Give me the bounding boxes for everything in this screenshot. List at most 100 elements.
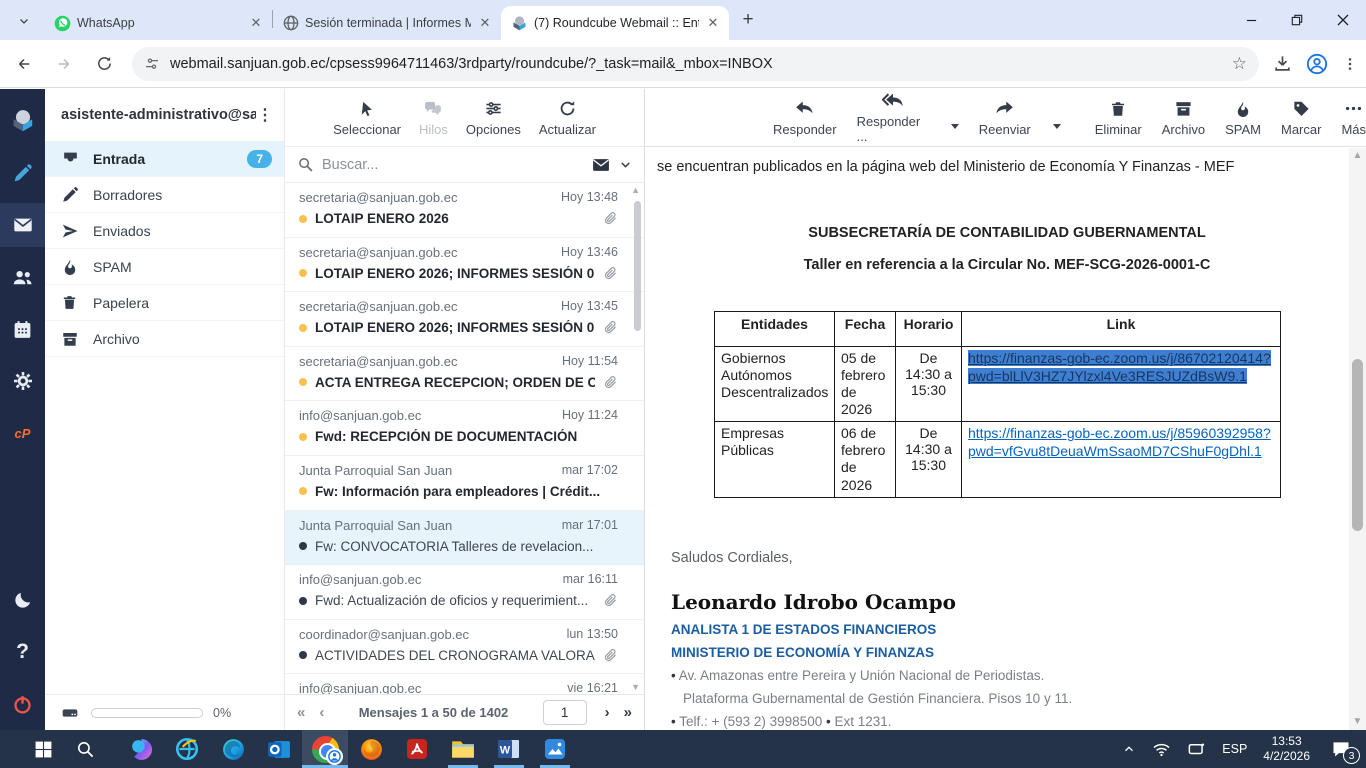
first-page-button[interactable]: «	[297, 704, 305, 721]
address-bar[interactable]: webmail.sanjuan.gob.ec/cpsess9964711463/…	[132, 47, 1259, 81]
search-input[interactable]	[322, 157, 583, 173]
dark-mode-button[interactable]	[0, 578, 45, 622]
message-list-item[interactable]: Junta Parroquial San Juan mar 17:02 Fw: …	[285, 456, 644, 511]
tab-sesion-terminada[interactable]: Sesión terminada | Informes Me ✕	[273, 6, 501, 40]
keyboard-language[interactable]: ESP	[1222, 742, 1247, 756]
window-restore-button[interactable]	[1274, 0, 1320, 40]
message-list-item[interactable]: coordinador@sanjuan.gob.ec lun 13:50 ACT…	[285, 620, 644, 675]
reply-all-caret-icon[interactable]	[951, 124, 959, 129]
acrobat-icon[interactable]	[394, 730, 440, 768]
taskbar-clock[interactable]: 13:53 4/2/2026	[1263, 734, 1310, 764]
forward-caret-icon[interactable]	[1053, 124, 1061, 129]
zoom-meeting-link[interactable]: https://finanzas-gob-ec.zoom.us/j/867021…	[968, 350, 1271, 384]
word-icon[interactable]: W	[486, 730, 532, 768]
calendar-nav-button[interactable]	[0, 307, 45, 351]
firefox-icon[interactable]	[348, 730, 394, 768]
message-list-item[interactable]: secretaria@sanjuan.gob.ec Hoy 13:45 LOTA…	[285, 292, 644, 347]
folder-spam[interactable]: SPAM	[45, 249, 284, 285]
mail-nav-button[interactable]	[0, 203, 45, 247]
internet-explorer-icon[interactable]	[164, 730, 210, 768]
cpanel-icon[interactable]: cP	[0, 411, 45, 455]
select-button[interactable]: Seleccionar	[333, 99, 401, 137]
logout-button[interactable]	[0, 682, 45, 726]
start-button[interactable]	[20, 730, 66, 768]
prev-page-button[interactable]: ‹	[319, 704, 324, 721]
photos-icon[interactable]	[532, 730, 578, 768]
forward-button[interactable]: Reenviar	[979, 99, 1031, 137]
scroll-down-arrow[interactable]: ▼	[1353, 714, 1363, 730]
reload-button[interactable]	[88, 48, 120, 80]
list-scrollbar-thumb[interactable]	[634, 201, 641, 331]
reply-button[interactable]: Responder	[773, 99, 837, 137]
search-bar[interactable]	[285, 147, 644, 183]
message-list-item[interactable]: info@sanjuan.gob.ec mar 16:11 Fwd: Actua…	[285, 565, 644, 620]
message-list-item[interactable]: secretaria@sanjuan.gob.ec Hoy 13:46 LOTA…	[285, 238, 644, 293]
delete-button[interactable]: Eliminar	[1095, 99, 1142, 137]
help-button[interactable]: ?	[0, 630, 45, 674]
tab-close-icon[interactable]: ✕	[477, 15, 493, 31]
account-menu-icon[interactable]: ⋮	[256, 113, 274, 118]
taskbar-search-button[interactable]	[66, 730, 104, 768]
tab-whatsapp[interactable]: WhatsApp ✕	[44, 6, 272, 40]
more-button[interactable]: Más	[1341, 99, 1366, 137]
list-scroll-up-arrow[interactable]: ▲	[631, 185, 640, 195]
threads-button[interactable]: Hilos	[419, 99, 448, 137]
profile-avatar-icon[interactable]	[1306, 53, 1328, 75]
list-toolbar: Seleccionar Hilos Opciones Actualizar	[285, 89, 644, 147]
new-tab-button[interactable]: +	[735, 7, 761, 33]
tab-search-chevron-icon[interactable]	[10, 7, 38, 35]
downloads-icon[interactable]	[1273, 54, 1292, 73]
mark-button[interactable]: Marcar	[1281, 99, 1321, 137]
scroll-up-arrow[interactable]: ▲	[1353, 148, 1363, 164]
folder-papelera[interactable]: Papelera	[45, 285, 284, 321]
folder-enviados[interactable]: Enviados	[45, 213, 284, 249]
zoom-meeting-link[interactable]: https://finanzas-gob-ec.zoom.us/j/859603…	[968, 425, 1271, 459]
wifi-icon[interactable]	[1152, 740, 1171, 759]
site-settings-icon[interactable]	[144, 56, 160, 72]
folder-borradores[interactable]: Borradores	[45, 177, 284, 213]
message-list-item[interactable]: secretaria@sanjuan.gob.ec Hoy 11:54 ACTA…	[285, 347, 644, 402]
back-button[interactable]	[8, 48, 40, 80]
next-page-button[interactable]: ›	[605, 704, 610, 721]
window-minimize-button[interactable]	[1228, 0, 1274, 40]
outlook-icon[interactable]	[256, 730, 302, 768]
contacts-nav-button[interactable]	[0, 255, 45, 299]
forward-button[interactable]	[48, 48, 80, 80]
message-subject: Fwd: Actualización de oficios y requerim…	[315, 593, 595, 608]
archive-button[interactable]: Archivo	[1162, 99, 1205, 137]
tray-expand-chevron-icon[interactable]	[1122, 742, 1136, 756]
options-button[interactable]: Opciones	[466, 99, 521, 137]
refresh-button[interactable]: Actualizar	[539, 99, 596, 137]
read-status-dot	[299, 597, 307, 605]
list-scroll-down-arrow[interactable]: ▼	[631, 682, 640, 692]
reply-all-button[interactable]: Responder ...	[857, 91, 929, 144]
message-date: Hoy 13:45	[561, 299, 618, 314]
tab-close-icon[interactable]: ✕	[248, 15, 264, 31]
search-scope-mail-icon[interactable]	[591, 155, 611, 175]
last-page-button[interactable]: »	[624, 704, 632, 721]
message-list-item[interactable]: secretaria@sanjuan.gob.ec Hoy 13:48 LOTA…	[285, 183, 644, 238]
message-list-item[interactable]: info@sanjuan.gob.ec Hoy 11:24 Fwd: RECEP…	[285, 401, 644, 456]
content-scrollbar[interactable]: ▲ ▼	[1349, 148, 1366, 730]
action-center-button[interactable]: 3	[1326, 736, 1356, 762]
content-scrollbar-thumb[interactable]	[1352, 359, 1363, 531]
folder-entrada[interactable]: Entrada 7	[45, 141, 284, 177]
tab-close-icon[interactable]: ✕	[705, 15, 721, 31]
settings-nav-button[interactable]	[0, 359, 45, 403]
browser-menu-icon[interactable]	[1342, 56, 1358, 72]
file-explorer-icon[interactable]	[440, 730, 486, 768]
copilot-icon[interactable]	[118, 730, 164, 768]
spam-button[interactable]: SPAM	[1225, 99, 1261, 137]
message-list-item[interactable]: info@sanjuan.gob.ec vie 16:21	[285, 674, 644, 694]
compose-button[interactable]	[0, 151, 45, 195]
folder-archivo[interactable]: Archivo	[45, 321, 284, 357]
tab-roundcube-active[interactable]: (7) Roundcube Webmail :: Entra ✕	[501, 6, 729, 40]
page-number-input[interactable]: 1	[543, 700, 587, 725]
window-close-button[interactable]	[1320, 0, 1366, 40]
edge-icon[interactable]	[210, 730, 256, 768]
connect-display-icon[interactable]	[1187, 740, 1206, 759]
chrome-taskbar-icon[interactable]	[302, 730, 348, 768]
bookmark-star-icon[interactable]: ☆	[1232, 54, 1247, 74]
search-options-chevron-icon[interactable]	[619, 158, 632, 171]
message-list-item[interactable]: Junta Parroquial San Juan mar 17:01 Fw: …	[285, 511, 644, 566]
